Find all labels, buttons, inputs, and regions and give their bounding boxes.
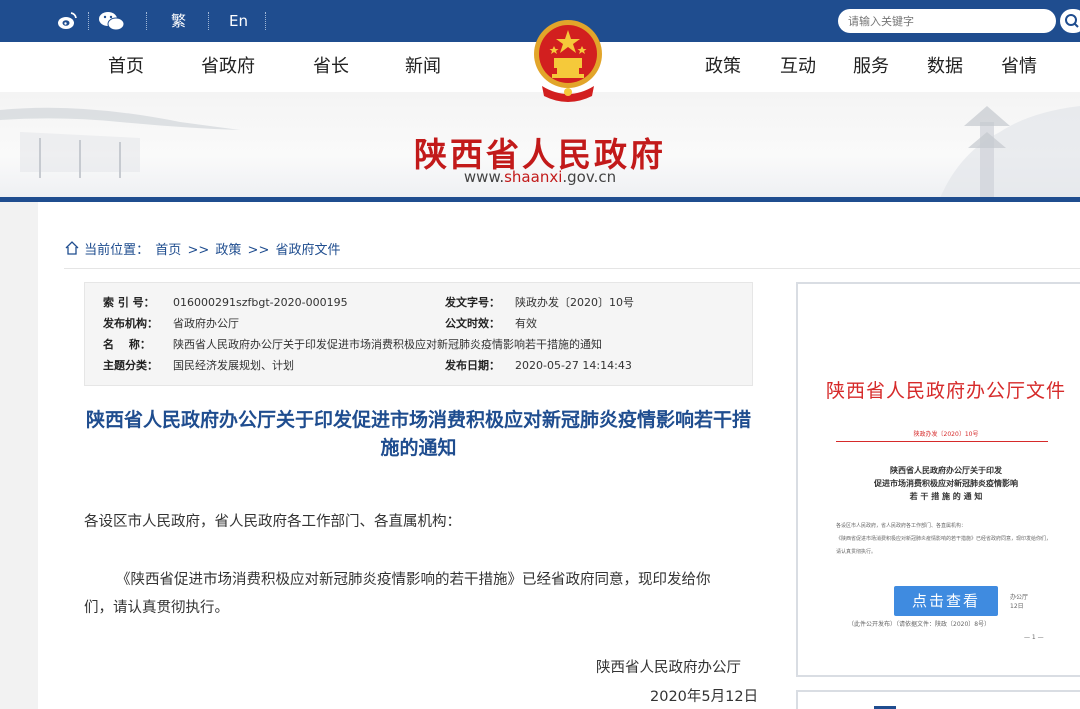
meta-index-row: 索 引 号： 016000291szfbgt-2020-000195 [103,295,348,311]
nav-governor[interactable]: 省长 [313,42,349,92]
url-accent: shaanxi [504,168,563,186]
breadcrumb-label: 当前位置： [84,243,150,258]
preview-page-number: — 1 — [1024,634,1044,641]
wechat-icon[interactable] [97,0,127,42]
preview-body-line: 各设区市人民政府，省人民政府各工作部门、各直属机构： [836,523,967,529]
breadcrumb-separator: >> [187,243,210,258]
secondary-preview-panel [796,690,1080,709]
preview-doc-title: 陕西省人民政府办公厅关于印发 促进市场消费积极应对新冠肺炎疫情影响 若 干 措 … [838,464,1054,503]
meta-name-value: 陕西省人民政府办公厅关于印发促进市场消费积极应对新冠肺炎疫情影响若干措施的通知 [173,338,602,351]
nav-province-info[interactable]: 省情 [1001,42,1037,92]
breadcrumb-government-documents[interactable]: 省政府文件 [275,243,340,258]
preview-doc-title-line: 促进市场消费积极应对新冠肺炎疫情影响 [874,478,1018,488]
meta-docno-row: 发文字号： 陕政办发〔2020〕10号 [445,295,634,311]
preview-red-rule [836,441,1048,442]
nav-news[interactable]: 新闻 [405,42,441,92]
separator [88,12,89,30]
preview-footer-org: 办公厅 12日 [1010,592,1028,610]
search-input[interactable] [848,9,1048,33]
meta-index-value: 016000291szfbgt-2020-000195 [173,296,348,309]
meta-topic-row: 主题分类： 国民经济发展规划、计划 [103,358,294,374]
nav-policy[interactable]: 政策 [705,42,741,92]
document-icon [874,706,896,709]
document-date: 2020年5月12日 [650,689,759,705]
preview-header: 陕西省人民政府办公厅文件 [825,380,1066,402]
site-url: www.shaanxi.gov.cn [0,168,1080,186]
preview-docno: 陕政办发〔2020〕10号 [913,431,979,438]
preview-doc-title-line: 若 干 措 施 的 通 知 [909,491,983,501]
breadcrumb: 当前位置： 首页 >> 政策 >> 省政府文件 [64,240,343,260]
preview-body: 各设区市人民政府，省人民政府各工作部门、各直属机构： 《陕西省促进市场消费积极应… [836,520,1052,559]
nav-provincial-government[interactable]: 省政府 [201,42,255,92]
meta-label: 主题分类： [103,359,158,372]
search-icon [1065,14,1079,28]
english-link[interactable]: En [229,0,248,42]
nav-interaction[interactable]: 互动 [780,42,816,92]
separator [265,12,266,30]
separator [146,12,147,30]
breadcrumb-divider [64,268,1080,269]
national-emblem-icon[interactable] [532,16,604,108]
search-box [838,9,1056,33]
breadcrumb-separator: >> [247,243,270,258]
preview-footer-org-text: 办公厅 [1010,594,1029,601]
meta-label: 索 引 号： [103,296,155,309]
document-preview[interactable]: 陕西省人民政府办公厅文件 陕政办发〔2020〕10号 陕西省人民政府办公厅关于印… [796,282,1080,677]
preview-doc-title-line: 陕西省人民政府办公厅关于印发 [890,465,1002,475]
nav-services[interactable]: 服务 [853,42,889,92]
document-paragraph-line: 们，请认真贯彻执行。 [84,600,229,616]
traditional-chinese-link[interactable]: 繁 [171,0,186,42]
meta-name-row: 名 称： 陕西省人民政府办公厅关于印发促进市场消费积极应对新冠肺炎疫情影响若干措施… [103,337,602,353]
view-document-button[interactable]: 点击查看 [894,586,998,616]
nav-data[interactable]: 数据 [927,42,963,92]
meta-org-value: 省政府办公厅 [173,317,239,330]
preview-footer-date-text: 12日 [1010,603,1024,610]
document-signature: 陕西省人民政府办公厅 [596,660,741,676]
home-icon [65,241,79,255]
meta-date-row: 发布日期： 2020-05-27 14:14:43 [445,358,632,374]
document-metadata: 索 引 号： 016000291szfbgt-2020-000195 发文字号： 陕… [84,282,753,386]
search-button[interactable] [1060,9,1080,33]
meta-label: 公文时效： [445,317,500,330]
document-paragraph-line: 《陕西省促进市场消费积极应对新冠肺炎疫情影响的若干措施》已经省政府同意，现印发给… [116,572,711,588]
document-salutation: 各设区市人民政府，省人民政府各工作部门、各直属机构： [84,514,461,530]
preview-body-line: 《陕西省促进市场消费积极应对新冠肺炎疫情影响的若干措施》已经省政府同意，现印发给… [836,536,1052,555]
meta-date-value: 2020-05-27 14:14:43 [515,359,632,372]
url-suffix: .gov.cn [562,168,617,186]
meta-label: 名 称： [103,338,151,351]
meta-label: 发布日期： [445,359,500,372]
nav-home[interactable]: 首页 [108,42,144,92]
breadcrumb-home[interactable]: 首页 [155,243,181,258]
content-area: 当前位置： 首页 >> 政策 >> 省政府文件 索 引 号： 016000291s… [38,202,1080,709]
meta-label: 发布机构： [103,317,158,330]
meta-validity-value: 有效 [515,317,537,330]
url-prefix: www. [463,168,505,186]
document-title: 陕西省人民政府办公厅关于印发促进市场消费积极应对新冠肺炎疫情影响若干措施的通知 [85,409,751,459]
meta-validity-row: 公文时效： 有效 [445,316,537,332]
meta-label: 发文字号： [445,296,500,309]
weibo-icon[interactable] [56,0,78,42]
breadcrumb-policy[interactable]: 政策 [215,243,241,258]
meta-topic-value: 国民经济发展规划、计划 [173,359,294,372]
meta-docno-value: 陕政办发〔2020〕10号 [515,296,634,309]
separator [208,12,209,30]
meta-org-row: 发布机构： 省政府办公厅 [103,316,239,332]
preview-footer-note: （此件公开发布）（请依据文件：陕政〔2020〕8号） [848,621,991,628]
